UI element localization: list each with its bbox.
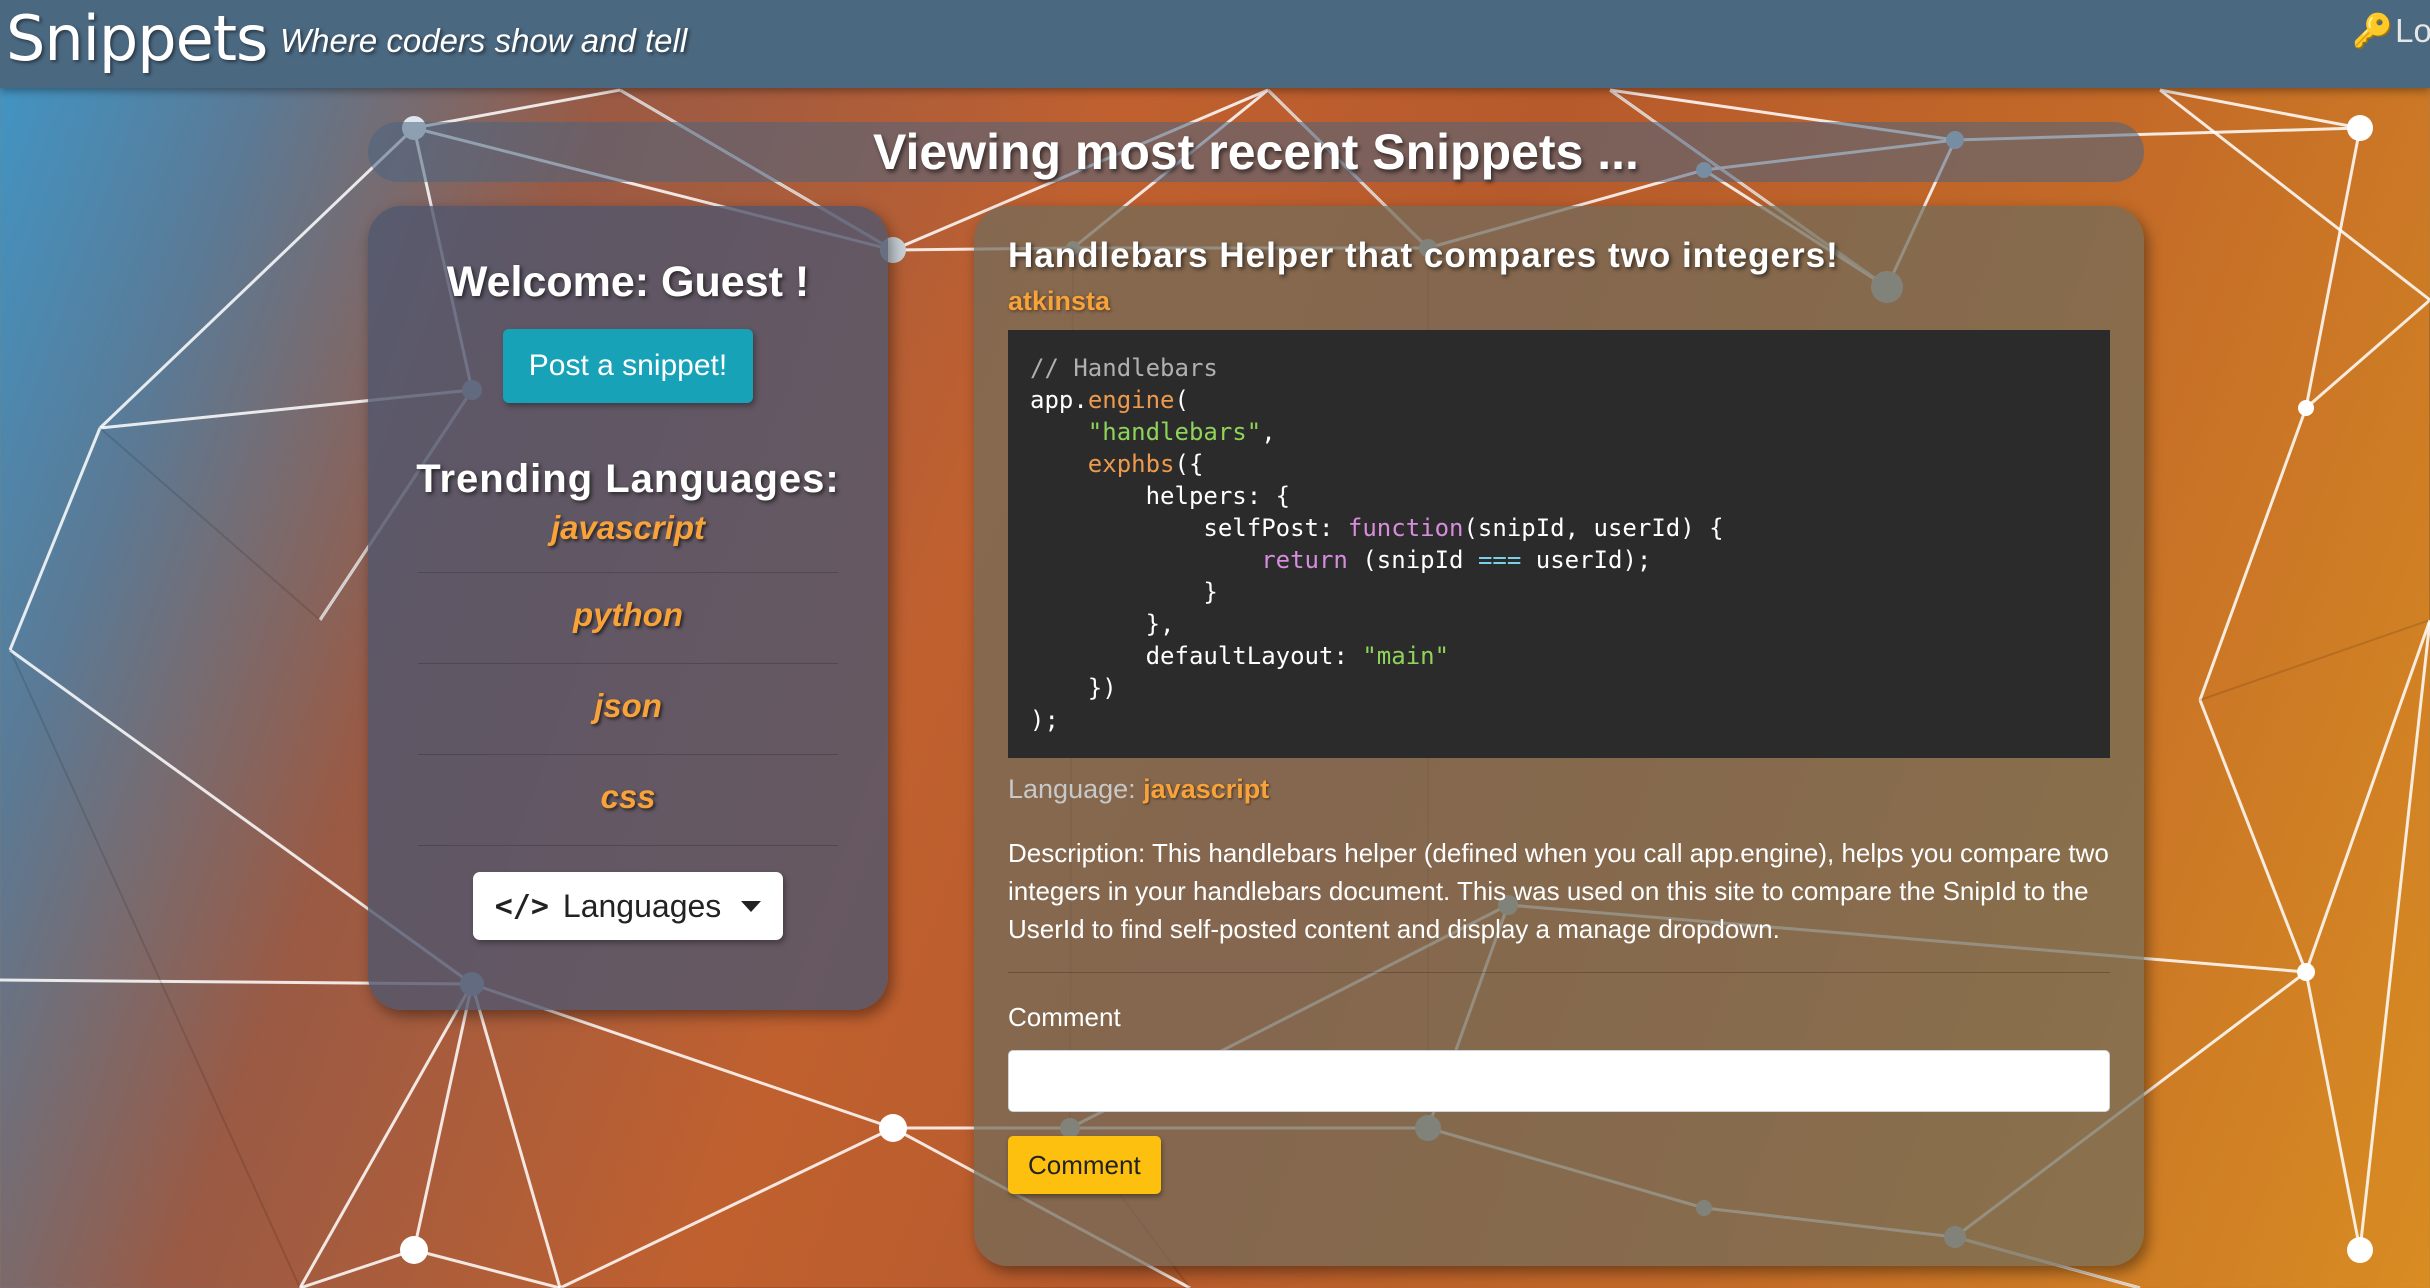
code-block: // Handlebars app.engine( "handlebars", e… xyxy=(1008,330,2110,758)
login-label: Log xyxy=(2395,12,2430,49)
languages-dropdown-button[interactable]: </> Languages xyxy=(472,872,784,940)
language-link-css[interactable]: css xyxy=(600,778,655,815)
login-link[interactable]: 🔑Log xyxy=(2352,12,2430,51)
language-value-link[interactable]: javascript xyxy=(1143,774,1269,804)
code-line: exphbs({ xyxy=(1087,450,1204,478)
tagline: Where coders show and tell xyxy=(280,22,688,59)
language-link-javascript[interactable]: javascript xyxy=(551,509,705,546)
brand-logo[interactable]: Snippets xyxy=(6,2,268,75)
page-heading-bar: Viewing most recent Snippets ... xyxy=(368,122,2144,182)
code-line: app.engine( xyxy=(1030,386,1189,414)
trending-languages-title: Trending Languages: xyxy=(416,457,840,501)
trending-language-list: javascript python json css xyxy=(418,506,838,846)
divider xyxy=(1008,972,2110,973)
code-line: } xyxy=(1030,578,1218,606)
languages-dropdown-label: Languages xyxy=(562,887,722,924)
list-item: css xyxy=(418,755,838,846)
code-line: // Handlebars xyxy=(1030,354,1218,382)
snippet-title: Handlebars Helper that compares two inte… xyxy=(1008,236,1839,275)
list-item: python xyxy=(418,573,838,664)
code-line: "handlebars", xyxy=(1087,418,1276,446)
language-link-python[interactable]: python xyxy=(573,596,683,633)
snippet-card: Handlebars Helper that compares two inte… xyxy=(974,206,2144,1266)
comment-label: Comment xyxy=(1008,1002,1121,1032)
language-link-json[interactable]: json xyxy=(594,687,662,724)
snippet-language: Language: javascript xyxy=(1008,774,1269,805)
caret-down-icon xyxy=(741,900,762,912)
snippet-description: Description: This handlebars helper (def… xyxy=(1008,838,2109,944)
welcome-text: Welcome: Guest ! xyxy=(446,258,810,306)
code-line: return (snipId === userId); xyxy=(1261,546,1652,574)
sidebar-card: Welcome: Guest ! Post a snippet! Trendin… xyxy=(368,206,888,1010)
code-line: helpers: { xyxy=(1145,482,1291,510)
navbar: Snippets Where coders show and tell 🔑Log xyxy=(0,0,2430,88)
code-line: ); xyxy=(1030,706,1059,734)
code-icon: </> xyxy=(494,888,549,924)
code-line: }) xyxy=(1030,674,1117,702)
post-snippet-button[interactable]: Post a snippet! xyxy=(502,329,754,403)
list-item: json xyxy=(418,664,838,755)
language-label: Language: xyxy=(1008,774,1136,804)
list-item: javascript xyxy=(418,506,838,573)
snippet-author-link[interactable]: atkinsta xyxy=(1008,286,1110,317)
code-line: selfPost: function(snipId, userId) { xyxy=(1203,514,1724,542)
page-title: Viewing most recent Snippets ... xyxy=(873,124,1639,180)
code-line: }, xyxy=(1030,610,1175,638)
key-icon: 🔑 xyxy=(2352,12,2394,49)
comment-input[interactable] xyxy=(1008,1050,2110,1112)
code-line: defaultLayout: "main" xyxy=(1145,642,1450,670)
comment-submit-button[interactable]: Comment xyxy=(1008,1136,1161,1194)
